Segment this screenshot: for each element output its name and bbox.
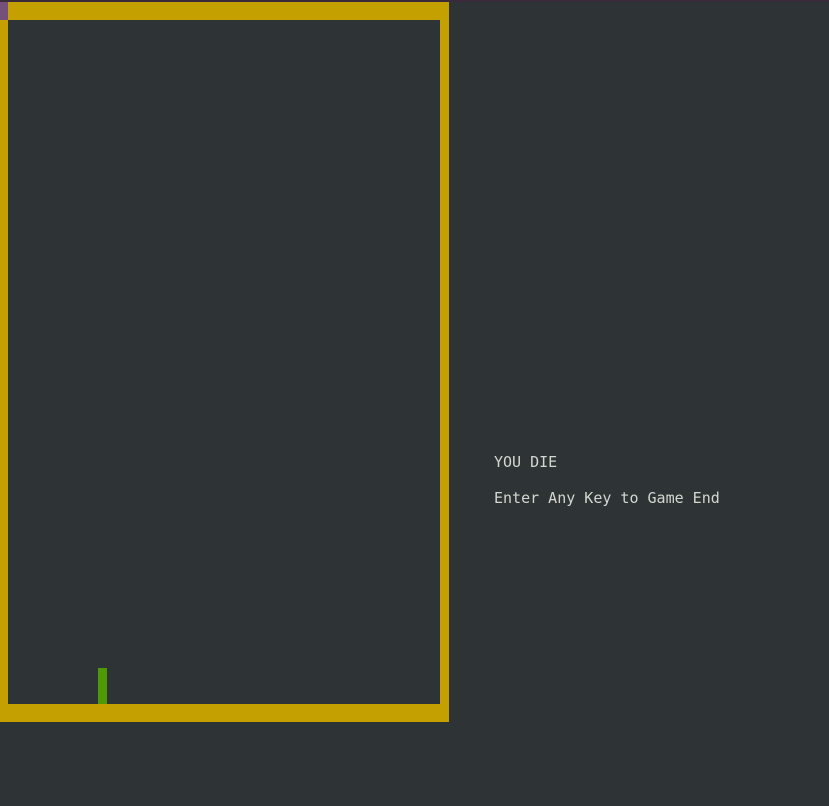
death-message: YOU DIE: [494, 453, 558, 471]
end-prompt: Enter Any Key to Game End: [494, 489, 720, 507]
snake-body: [98, 668, 107, 704]
wall-bottom: [0, 704, 449, 722]
wall-top: [8, 2, 449, 20]
game-board: [0, 2, 449, 722]
wall-right: [440, 2, 449, 722]
cursor-block: [0, 2, 8, 20]
wall-left: [0, 20, 8, 722]
